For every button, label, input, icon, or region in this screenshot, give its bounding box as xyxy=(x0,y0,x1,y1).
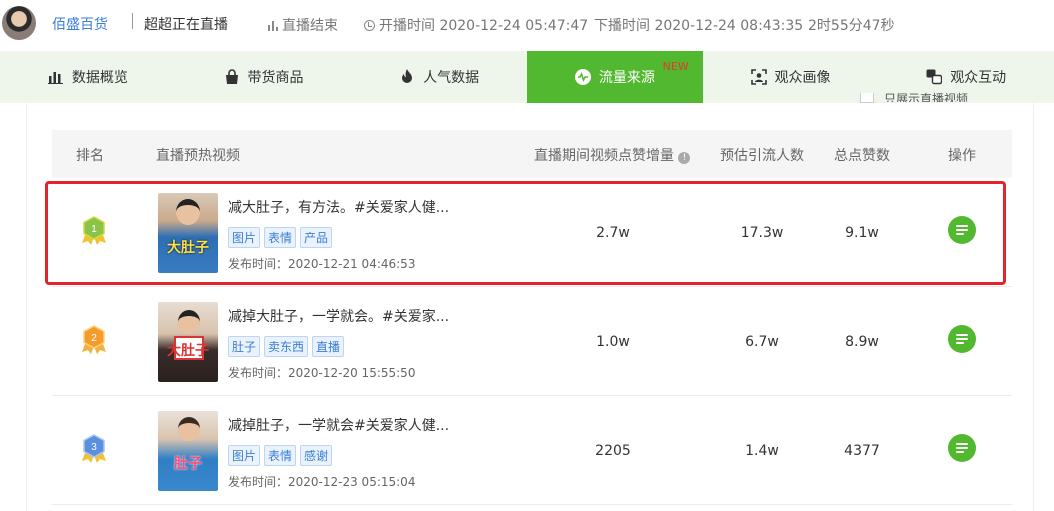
traffic-estimate: 6.7w xyxy=(745,334,779,350)
header-video: 直播预热视频 xyxy=(156,148,240,164)
likes-increase: 1.0w xyxy=(596,334,630,350)
live-header: 佰盛百货 超超正在直播 直播结束 开播时间 2020-12-24 05:47:4… xyxy=(0,0,1054,50)
tag[interactable]: 感谢 xyxy=(300,445,333,466)
header-likes-increase-label: 直播期间视频点赞增量 xyxy=(534,148,674,164)
info-icon[interactable]: ! xyxy=(678,152,691,164)
table-row[interactable]: 3 肚子 减掉肚子，一学就会#关爱家人健... 图片 表情 感谢 发布时间：20… xyxy=(52,397,1012,505)
filter-label: 只展示直播视频 xyxy=(884,92,969,102)
new-badge: NEW xyxy=(662,60,689,73)
tab-traffic-source[interactable]: 流量来源 NEW xyxy=(527,51,703,103)
tag[interactable]: 肚子 xyxy=(228,336,261,357)
duration: 2时55分47秒 xyxy=(808,18,895,34)
rank-number: 3 xyxy=(91,442,97,453)
shop-name-link[interactable]: 佰盛百货 xyxy=(52,14,108,34)
publish-time: 发布时间：2020-12-20 15:55:50 xyxy=(228,366,416,380)
total-likes: 4377 xyxy=(844,443,880,459)
tab-products[interactable]: 带货商品 xyxy=(176,51,352,103)
detail-button[interactable] xyxy=(948,434,976,462)
thumbnail-caption: 大肚子 xyxy=(167,343,209,359)
tab-label: 带货商品 xyxy=(247,70,304,86)
tag[interactable]: 直播 xyxy=(312,336,345,357)
fire-icon xyxy=(399,69,415,85)
live-status-text: 直播结束 xyxy=(282,18,338,34)
header-traffic: 预估引流人数 xyxy=(720,148,804,164)
end-time: 下播时间 2020-12-24 08:43:35 xyxy=(594,18,804,34)
start-time: 开播时间 2020-12-24 05:47:47 xyxy=(364,15,588,35)
bars-icon xyxy=(268,21,278,31)
tag-list: 图片 表情 感谢 xyxy=(228,445,333,466)
tab-label: 人气数据 xyxy=(423,70,480,86)
chat-bubble-icon xyxy=(926,69,943,85)
publish-time: 发布时间：2020-12-23 05:15:04 xyxy=(228,475,416,489)
filter-checkbox[interactable] xyxy=(860,93,874,103)
rank-medal-blue-icon: 3 xyxy=(82,434,106,463)
highlight-box xyxy=(45,181,1006,285)
tag-list: 肚子 卖东西 直播 xyxy=(228,336,345,357)
live-status: 直播结束 xyxy=(268,15,338,35)
header-total-likes: 总点赞数 xyxy=(834,148,890,164)
detail-button[interactable] xyxy=(948,325,976,353)
clock-icon xyxy=(364,20,375,31)
live-title: 超超正在直播 xyxy=(144,17,228,33)
tag[interactable]: 卖东西 xyxy=(264,336,309,357)
video-thumbnail[interactable]: 大肚子 xyxy=(158,302,218,382)
tab-label: 观众画像 xyxy=(774,70,831,86)
header-rank: 排名 xyxy=(76,148,104,164)
person-frame-icon xyxy=(750,69,767,85)
avatar[interactable] xyxy=(2,6,36,40)
tab-popularity[interactable]: 人气数据 xyxy=(351,51,527,103)
video-title[interactable]: 减掉大肚子，一学就会。#关爱家... xyxy=(228,306,449,326)
thumbnail-caption: 肚子 xyxy=(174,456,202,472)
rank-medal-orange-icon: 2 xyxy=(82,325,106,354)
tag[interactable]: 表情 xyxy=(264,445,297,466)
video-thumbnail[interactable]: 肚子 xyxy=(158,411,218,491)
header-likes-increase: 直播期间视频点赞增量 ! xyxy=(534,145,691,165)
table-row[interactable]: 2 大肚子 减掉大肚子，一学就会。#关爱家... 肚子 卖东西 直播 发布时间：… xyxy=(52,288,1012,396)
divider xyxy=(132,13,133,29)
shopping-bag-icon xyxy=(224,69,240,85)
wave-icon xyxy=(574,69,591,85)
total-likes: 8.9w xyxy=(845,334,879,350)
tab-label: 数据概览 xyxy=(71,70,128,86)
traffic-estimate: 1.4w xyxy=(745,443,779,459)
likes-increase: 2205 xyxy=(595,443,631,459)
bar-chart-icon xyxy=(47,69,64,85)
rank-number: 2 xyxy=(91,333,97,344)
tab-overview[interactable]: 数据概览 xyxy=(0,51,176,103)
tab-audience-profile[interactable]: 观众画像 xyxy=(703,51,879,103)
video-title[interactable]: 减掉肚子，一学就会#关爱家人健... xyxy=(228,415,449,435)
tab-label: 流量来源 xyxy=(598,70,655,86)
tab-label: 观众互动 xyxy=(950,70,1007,86)
header-action: 操作 xyxy=(948,148,976,164)
tag[interactable]: 图片 xyxy=(228,445,261,466)
start-time-text: 开播时间 2020-12-24 05:47:47 xyxy=(379,18,589,34)
table-header: 排名 直播预热视频 直播期间视频点赞增量 ! 预估引流人数 总点赞数 操作 xyxy=(52,130,1012,178)
